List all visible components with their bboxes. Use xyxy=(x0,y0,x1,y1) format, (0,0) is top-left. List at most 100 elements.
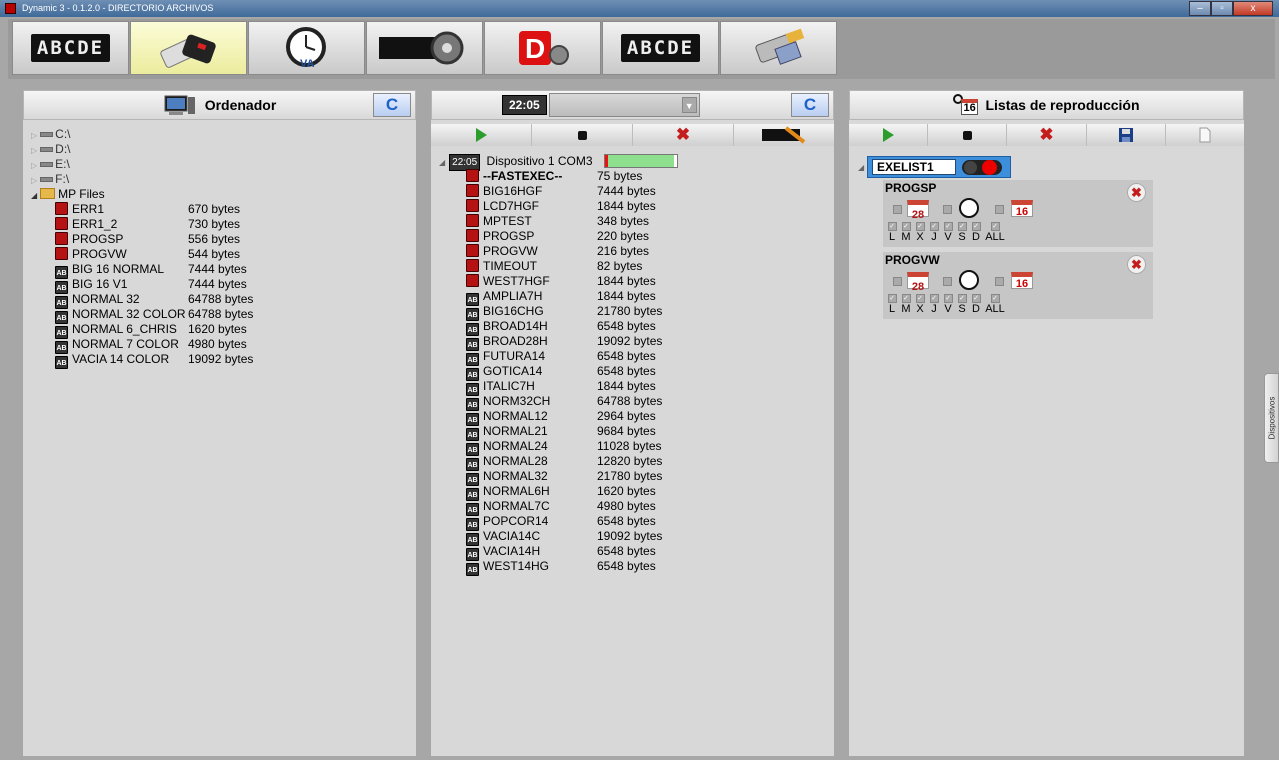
expand-arrow-icon[interactable]: ▷ xyxy=(31,146,37,155)
maximize-button[interactable]: ▫ xyxy=(1211,1,1233,16)
minimize-button[interactable]: – xyxy=(1189,1,1211,16)
expand-arrow-icon[interactable]: ◢ xyxy=(31,191,37,200)
device-file-row[interactable]: AB NORMAL7C 4980 bytes xyxy=(439,499,829,516)
device-file-row[interactable]: AB VACIA14C 19092 bytes xyxy=(439,529,829,546)
device-file-row[interactable]: AB NORMAL32 21780 bytes xyxy=(439,469,829,486)
playlist-stop-button[interactable] xyxy=(928,124,1007,146)
device-file-row[interactable]: --FASTEXEC-- 75 bytes xyxy=(439,169,829,184)
calendar-icon[interactable]: 28 xyxy=(907,272,929,293)
end-calendar-icon[interactable]: 16 xyxy=(1011,272,1033,290)
drive-node[interactable]: ▷ D:\ xyxy=(31,142,411,157)
folder-node[interactable]: ◢ MP Files xyxy=(31,187,411,202)
toolbar-device-button[interactable] xyxy=(130,21,247,75)
playlist-new-button[interactable] xyxy=(1165,124,1245,146)
date-checkbox[interactable] xyxy=(893,277,902,286)
file-row[interactable]: AB BIG 16 V1 7444 bytes xyxy=(31,277,411,294)
device-file-row[interactable]: AB POPCOR14 6548 bytes xyxy=(439,514,829,531)
playlist-play-button[interactable] xyxy=(849,124,928,146)
device-file-row[interactable]: AB GOTICA14 6548 bytes xyxy=(439,364,829,381)
edit-device-button[interactable] xyxy=(734,124,834,146)
toolbar-abcde-button[interactable]: ABCDE xyxy=(12,21,129,75)
file-row[interactable]: ERR1_2 730 bytes xyxy=(31,217,411,232)
expand-arrow-icon[interactable]: ▷ xyxy=(31,176,37,185)
expand-arrow-icon[interactable]: ◢ xyxy=(439,158,445,167)
weekday-checkbox[interactable]: ✓ X xyxy=(913,294,927,315)
playlist-delete-button[interactable]: ✖ xyxy=(1007,124,1086,146)
device-file-row[interactable]: AB VACIA14H 6548 bytes xyxy=(439,544,829,561)
time-checkbox[interactable] xyxy=(943,277,952,286)
drive-node[interactable]: ▷ E:\ xyxy=(31,157,411,172)
playlist-toggle[interactable] xyxy=(962,160,1002,175)
end-calendar-icon[interactable]: 16 xyxy=(1011,200,1033,218)
device-select[interactable]: ▼ xyxy=(548,93,700,117)
play-button[interactable] xyxy=(431,124,531,146)
file-row[interactable]: AB NORMAL 6_CHRIS 1620 bytes xyxy=(31,322,411,339)
expand-arrow-icon[interactable]: ▷ xyxy=(31,131,37,140)
refresh-computer-button[interactable]: C xyxy=(373,93,411,117)
close-button[interactable]: x xyxy=(1233,1,1273,16)
weekday-checkbox[interactable]: ✓ ALL xyxy=(983,222,1007,243)
end-date-checkbox[interactable] xyxy=(995,205,1004,214)
weekday-checkbox[interactable]: ✓ J xyxy=(927,222,941,243)
device-file-row[interactable]: TIMEOUT 82 bytes xyxy=(439,259,829,274)
file-row[interactable]: AB BIG 16 NORMAL 7444 bytes xyxy=(31,262,411,279)
device-file-row[interactable]: AB BROAD14H 6548 bytes xyxy=(439,319,829,336)
file-row[interactable]: PROGVW 544 bytes xyxy=(31,247,411,262)
playlist-item[interactable]: PROGSP ✖ 28 16 ✓ L ✓ M ✓ X ✓ J ✓ V ✓ S ✓ D ✓ ALL xyxy=(883,180,1153,247)
file-row[interactable]: AB NORMAL 32 COLOR 64788 bytes xyxy=(31,307,411,324)
file-row[interactable]: AB NORMAL 7 COLOR 4980 bytes xyxy=(31,337,411,354)
device-file-row[interactable]: AB NORMAL6H 1620 bytes xyxy=(439,484,829,501)
device-node[interactable]: ◢ 22:05 Dispositivo 1 COM3 xyxy=(439,154,829,171)
weekday-checkbox[interactable]: ✓ V xyxy=(941,222,955,243)
weekday-checkbox[interactable]: ✓ M xyxy=(899,222,913,243)
alarm-clock-icon[interactable] xyxy=(959,270,979,290)
device-file-row[interactable]: PROGSP 220 bytes xyxy=(439,229,829,244)
file-row[interactable]: ERR1 670 bytes xyxy=(31,202,411,217)
weekday-checkbox[interactable]: ✓ S xyxy=(955,294,969,315)
device-file-row[interactable]: BIG16HGF 7444 bytes xyxy=(439,184,829,199)
device-file-row[interactable]: WEST7HGF 1844 bytes xyxy=(439,274,829,289)
remove-item-button[interactable]: ✖ xyxy=(1127,255,1146,274)
weekday-checkbox[interactable]: ✓ D xyxy=(969,294,983,315)
weekday-checkbox[interactable]: ✓ ALL xyxy=(983,294,1007,315)
device-file-row[interactable]: LCD7HGF 1844 bytes xyxy=(439,199,829,214)
device-file-row[interactable]: AB NORMAL28 12820 bytes xyxy=(439,454,829,471)
drive-node[interactable]: ▷ F:\ xyxy=(31,172,411,187)
toolbar-serial-button[interactable] xyxy=(720,21,837,75)
drive-node[interactable]: ▷ C:\ xyxy=(31,127,411,142)
weekday-checkbox[interactable]: ✓ L xyxy=(885,294,899,315)
devices-side-tab[interactable]: Dispositivos xyxy=(1264,373,1279,463)
time-checkbox[interactable] xyxy=(943,205,952,214)
expand-arrow-icon[interactable]: ▷ xyxy=(31,161,37,170)
device-file-row[interactable]: AB ITALIC7H 1844 bytes xyxy=(439,379,829,396)
device-file-row[interactable]: AB AMPLIA7H 1844 bytes xyxy=(439,289,829,306)
device-file-row[interactable]: AB WEST14HG 6548 bytes xyxy=(439,559,829,576)
remove-item-button[interactable]: ✖ xyxy=(1127,183,1146,202)
playlist-save-button[interactable] xyxy=(1086,124,1165,146)
delete-button[interactable]: ✖ xyxy=(633,124,733,146)
device-file-row[interactable]: AB NORM32CH 64788 bytes xyxy=(439,394,829,411)
weekday-checkbox[interactable]: ✓ L xyxy=(885,222,899,243)
weekday-checkbox[interactable]: ✓ X xyxy=(913,222,927,243)
device-file-row[interactable]: AB NORMAL24 11028 bytes xyxy=(439,439,829,456)
weekday-checkbox[interactable]: ✓ V xyxy=(941,294,955,315)
refresh-device-button[interactable]: C xyxy=(791,93,829,117)
weekday-checkbox[interactable]: ✓ S xyxy=(955,222,969,243)
device-file-row[interactable]: MPTEST 348 bytes xyxy=(439,214,829,229)
stop-button[interactable] xyxy=(532,124,632,146)
chevron-down-icon[interactable]: ▼ xyxy=(681,97,697,113)
file-row[interactable]: PROGSP 556 bytes xyxy=(31,232,411,247)
end-date-checkbox[interactable] xyxy=(995,277,1004,286)
weekday-checkbox[interactable]: ✓ D xyxy=(969,222,983,243)
toolbar-settings-button[interactable] xyxy=(366,21,483,75)
toolbar-dynamic-button[interactable]: D xyxy=(484,21,601,75)
toolbar-edit-button[interactable]: ABCDE xyxy=(602,21,719,75)
device-file-row[interactable]: AB BROAD28H 19092 bytes xyxy=(439,334,829,351)
device-file-row[interactable]: AB BIG16CHG 21780 bytes xyxy=(439,304,829,321)
device-file-row[interactable]: AB FUTURA14 6548 bytes xyxy=(439,349,829,366)
device-file-row[interactable]: AB NORMAL12 2964 bytes xyxy=(439,409,829,426)
date-checkbox[interactable] xyxy=(893,205,902,214)
alarm-clock-icon[interactable] xyxy=(959,198,979,218)
file-row[interactable]: AB NORMAL 32 64788 bytes xyxy=(31,292,411,309)
device-file-row[interactable]: PROGVW 216 bytes xyxy=(439,244,829,259)
